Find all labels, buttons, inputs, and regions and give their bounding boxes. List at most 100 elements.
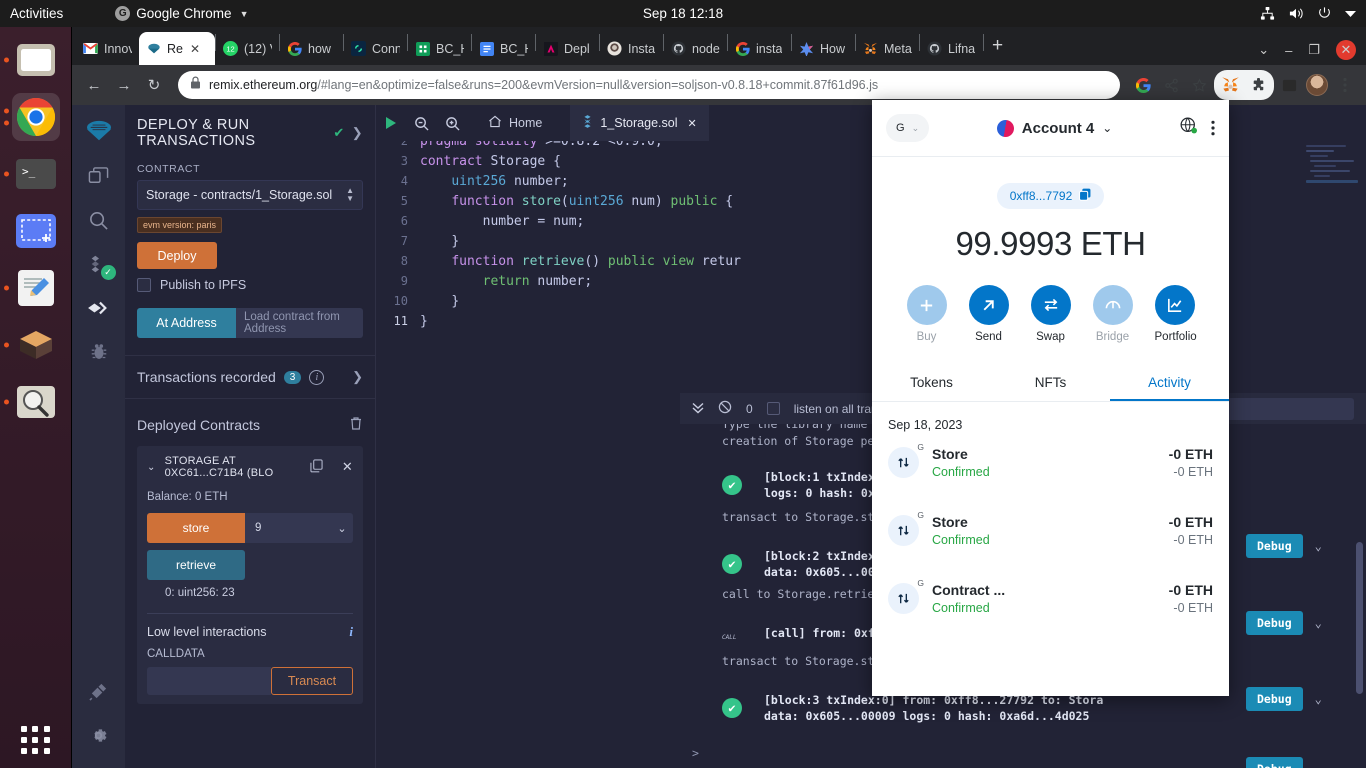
- reload-button[interactable]: ↻: [140, 71, 168, 99]
- browser-tab-11[interactable]: How: [792, 32, 855, 65]
- transact-button[interactable]: Transact: [271, 667, 353, 695]
- tab-home[interactable]: Home: [476, 105, 554, 141]
- transactions-recorded-row[interactable]: Transactions recorded 3 i ❯: [125, 356, 375, 398]
- close-icon[interactable]: ✕: [342, 459, 353, 475]
- solidity-compiler-icon[interactable]: ✓: [80, 245, 118, 283]
- browser-tab-2[interactable]: 12 (12) V: [216, 32, 279, 65]
- close-icon[interactable]: ✕: [687, 117, 696, 130]
- retrieve-button[interactable]: retrieve: [147, 550, 245, 580]
- dock-item-ganache[interactable]: [3, 321, 60, 369]
- copy-icon[interactable]: [1079, 188, 1091, 204]
- dropdown-caret-icon[interactable]: [1345, 10, 1356, 18]
- file-explorer-icon[interactable]: [80, 157, 118, 195]
- account-menu[interactable]: Account 4 ⌄: [996, 119, 1112, 137]
- chevron-right-icon[interactable]: ❯: [352, 125, 363, 141]
- chevron-down-icon[interactable]: ⌄: [1315, 692, 1322, 706]
- deploy-button[interactable]: Deploy: [137, 242, 217, 269]
- browser-tab-12[interactable]: Meta: [856, 32, 919, 65]
- chevron-down-icon[interactable]: ⌄: [331, 513, 353, 543]
- tab-tokens[interactable]: Tokens: [872, 365, 991, 401]
- buy-action[interactable]: Buy: [906, 285, 947, 343]
- trash-icon[interactable]: [349, 416, 363, 434]
- browser-tab-0[interactable]: Innov: [76, 32, 139, 65]
- dock-item-files[interactable]: [3, 36, 60, 84]
- chevron-right-icon[interactable]: ❯: [352, 369, 363, 385]
- new-tab-button[interactable]: +: [992, 35, 1003, 57]
- debug-button[interactable]: Debug: [1246, 687, 1303, 711]
- zoom-in-icon[interactable]: [445, 116, 460, 131]
- clock[interactable]: Sep 18 12:18: [0, 6, 1366, 21]
- publish-ipfs-checkbox[interactable]: [137, 278, 151, 292]
- profile-avatar[interactable]: [1304, 72, 1330, 98]
- show-applications-button[interactable]: [20, 726, 51, 754]
- contract-select[interactable]: Storage - contracts/1_Storage.sol ▲ ▼: [137, 180, 363, 210]
- tab-list-icon[interactable]: ⌄: [1258, 42, 1269, 58]
- chrome-menu-icon[interactable]: [1332, 72, 1358, 98]
- share-icon[interactable]: [1158, 72, 1184, 98]
- browser-tab-9[interactable]: node: [664, 32, 727, 65]
- close-icon[interactable]: ✕: [190, 42, 200, 56]
- at-address-button[interactable]: At Address: [137, 308, 236, 338]
- activity-list-item[interactable]: G Store Confirmed -0 ETH -0 ETH: [872, 506, 1229, 557]
- maximize-button[interactable]: ❐: [1308, 42, 1320, 58]
- run-icon[interactable]: [384, 116, 398, 130]
- chevron-down-icon[interactable]: ⌄: [1315, 539, 1322, 553]
- browser-tab-7[interactable]: Depl: [536, 32, 599, 65]
- debug-button[interactable]: Debug: [1246, 757, 1303, 768]
- sidepanel-icon[interactable]: [1276, 72, 1302, 98]
- account-options-menu-icon[interactable]: [1211, 120, 1215, 136]
- store-button[interactable]: store: [147, 513, 245, 543]
- browser-tab-5[interactable]: BC_H: [408, 32, 471, 65]
- plugin-manager-icon[interactable]: [80, 672, 118, 710]
- browser-tab-4[interactable]: Conn: [344, 32, 407, 65]
- chevron-down-icon[interactable]: ⌄: [1315, 762, 1322, 768]
- settings-icon[interactable]: [80, 716, 118, 754]
- dock-item-magnifier[interactable]: [3, 378, 60, 426]
- browser-tab-1[interactable]: Re ✕: [139, 32, 215, 65]
- browser-tab-10[interactable]: insta: [728, 32, 791, 65]
- address-bar[interactable]: remix.ethereum.org/#lang=en&optimize=fal…: [178, 71, 1120, 99]
- dock-item-text-editor[interactable]: [3, 264, 60, 312]
- tab-activity[interactable]: Activity: [1110, 365, 1229, 401]
- network-selector[interactable]: G ⌄: [886, 114, 930, 142]
- chevron-down-icon[interactable]: ⌄: [1315, 616, 1322, 630]
- minimize-button[interactable]: –: [1285, 43, 1292, 58]
- tab-1-storage-sol[interactable]: 1_Storage.sol ✕: [570, 105, 709, 141]
- zoom-out-icon[interactable]: [414, 116, 429, 131]
- back-button[interactable]: ←: [80, 71, 108, 99]
- volume-icon[interactable]: [1288, 6, 1304, 21]
- debugger-icon[interactable]: [80, 333, 118, 371]
- tab-nfts[interactable]: NFTs: [991, 365, 1110, 401]
- store-input[interactable]: 9: [245, 513, 331, 543]
- search-icon[interactable]: [80, 201, 118, 239]
- clear-console-icon[interactable]: [718, 400, 732, 417]
- publish-ipfs-row[interactable]: Publish to IPFS: [137, 278, 363, 292]
- listen-all-checkbox[interactable]: [766, 402, 780, 415]
- network-icon[interactable]: [1260, 6, 1275, 21]
- portfolio-action[interactable]: Portfolio: [1154, 285, 1197, 343]
- browser-tab-13[interactable]: Lifna: [920, 32, 983, 65]
- google-lens-icon[interactable]: [1130, 72, 1156, 98]
- swap-action[interactable]: Swap: [1030, 285, 1071, 343]
- dock-item-terminal[interactable]: >_: [3, 150, 60, 198]
- activity-list-item[interactable]: G Store Confirmed -0 ETH -0 ETH: [872, 438, 1229, 489]
- bookmark-star-icon[interactable]: [1186, 72, 1212, 98]
- terminal-scrollbar[interactable]: [1356, 542, 1363, 694]
- remix-home-icon[interactable]: [80, 113, 118, 151]
- chevron-double-down-icon[interactable]: [692, 401, 704, 417]
- chevron-down-icon[interactable]: ⌄: [147, 462, 156, 473]
- calldata-input[interactable]: [147, 667, 271, 695]
- power-icon[interactable]: [1317, 6, 1332, 21]
- dock-item-screenshot[interactable]: [12, 207, 60, 255]
- debug-button[interactable]: Debug: [1246, 534, 1303, 558]
- at-address-input[interactable]: Load contract from Address: [236, 308, 363, 338]
- info-icon[interactable]: i: [349, 624, 353, 640]
- network-globe-icon[interactable]: [1180, 117, 1197, 139]
- system-tray[interactable]: [1260, 6, 1356, 21]
- forward-button[interactable]: →: [110, 71, 138, 99]
- browser-tab-3[interactable]: how: [280, 32, 343, 65]
- copy-icon[interactable]: [310, 458, 323, 476]
- account-address-chip[interactable]: 0xff8...7792: [996, 183, 1105, 209]
- send-action[interactable]: Send: [968, 285, 1009, 343]
- dock-item-chrome[interactable]: [3, 93, 60, 141]
